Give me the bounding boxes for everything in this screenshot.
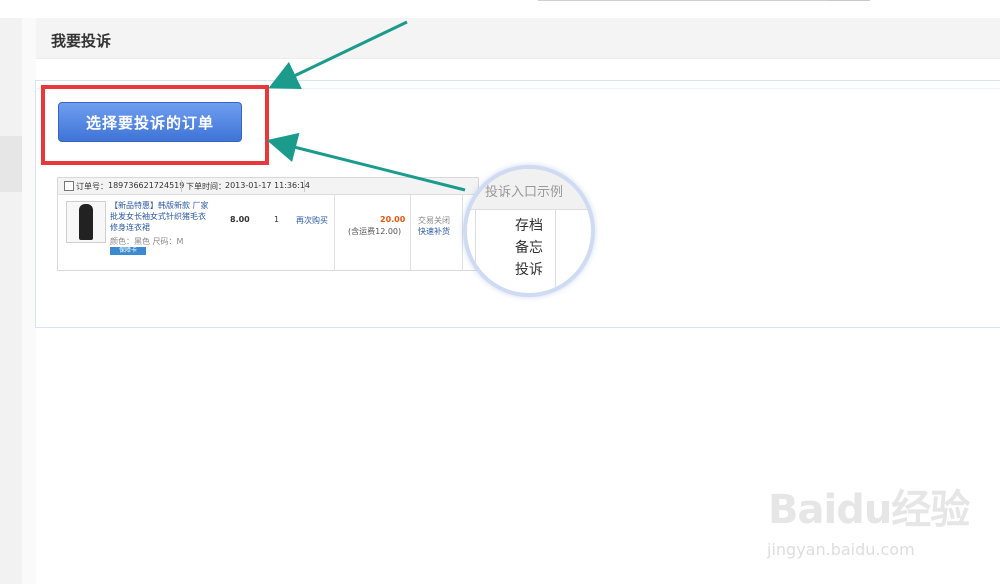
page-title: 我要投诉	[51, 32, 112, 50]
callout-header: 投诉入口示例	[467, 169, 591, 210]
archive-link[interactable]: 存档	[515, 215, 543, 235]
order-header: 订单号： 189736621724519 下单时间： 2013-01-17 11…	[58, 178, 478, 195]
top-search-button[interactable]	[828, 0, 870, 1]
memo-link[interactable]: 备忘	[515, 237, 543, 257]
baidu-watermark-logo: Baidu经验	[768, 487, 970, 533]
order-time: 2013-01-17 11:36:14	[225, 181, 310, 190]
rebuy-link[interactable]: 再次购买	[296, 215, 328, 226]
order-row: 【新品特惠】韩版新款 厂家批发女长袖女式针织猪毛衣修身连衣裙 颜色：黑色 尺码：…	[58, 195, 478, 270]
magnified-callout: 投诉入口示例 存档 备忘 投诉	[463, 165, 595, 297]
quantity: 1	[274, 215, 280, 224]
callout-divider	[555, 209, 556, 293]
left-sidebar	[0, 18, 22, 584]
order-time-label: 下单时间：	[186, 182, 226, 191]
top-search-input[interactable]	[538, 0, 830, 1]
header-divider	[181, 180, 182, 192]
product-attributes: 颜色：黑色 尺码：M	[110, 237, 184, 246]
order-checkbox[interactable]	[64, 181, 74, 191]
callout-divider	[475, 209, 476, 293]
order-total: 20.00	[380, 215, 406, 224]
unit-price: 8.00	[230, 215, 250, 224]
guarantee-badge: 保障卡	[110, 247, 146, 255]
product-title-link[interactable]: 【新品特惠】韩版新款 厂家批发女长袖女式针织猪毛衣修身连衣裙	[110, 200, 210, 233]
callout-title: 投诉入口示例	[485, 185, 564, 200]
quick-restock-link[interactable]: 快速补货	[418, 226, 450, 237]
highlight-box	[41, 85, 269, 165]
order-sample: 订单号： 189736621724519 下单时间： 2013-01-17 11…	[57, 177, 479, 271]
baidu-watermark-url: jingyan.baidu.com	[767, 540, 915, 559]
product-thumbnail[interactable]	[66, 201, 106, 243]
shipping-fee: (含运费12.00)	[348, 227, 402, 236]
content-gutter	[22, 18, 36, 584]
complain-link[interactable]: 投诉	[515, 259, 543, 279]
order-no-label: 订单号：	[76, 182, 108, 191]
column-divider	[334, 195, 335, 270]
header-divider	[304, 180, 305, 192]
top-strip	[0, 0, 1000, 18]
column-divider	[410, 195, 411, 270]
order-status: 交易关闭	[418, 216, 450, 225]
page-header	[36, 18, 1000, 59]
order-no: 189736621724519	[108, 181, 185, 190]
sidebar-active-tab[interactable]	[0, 136, 22, 192]
